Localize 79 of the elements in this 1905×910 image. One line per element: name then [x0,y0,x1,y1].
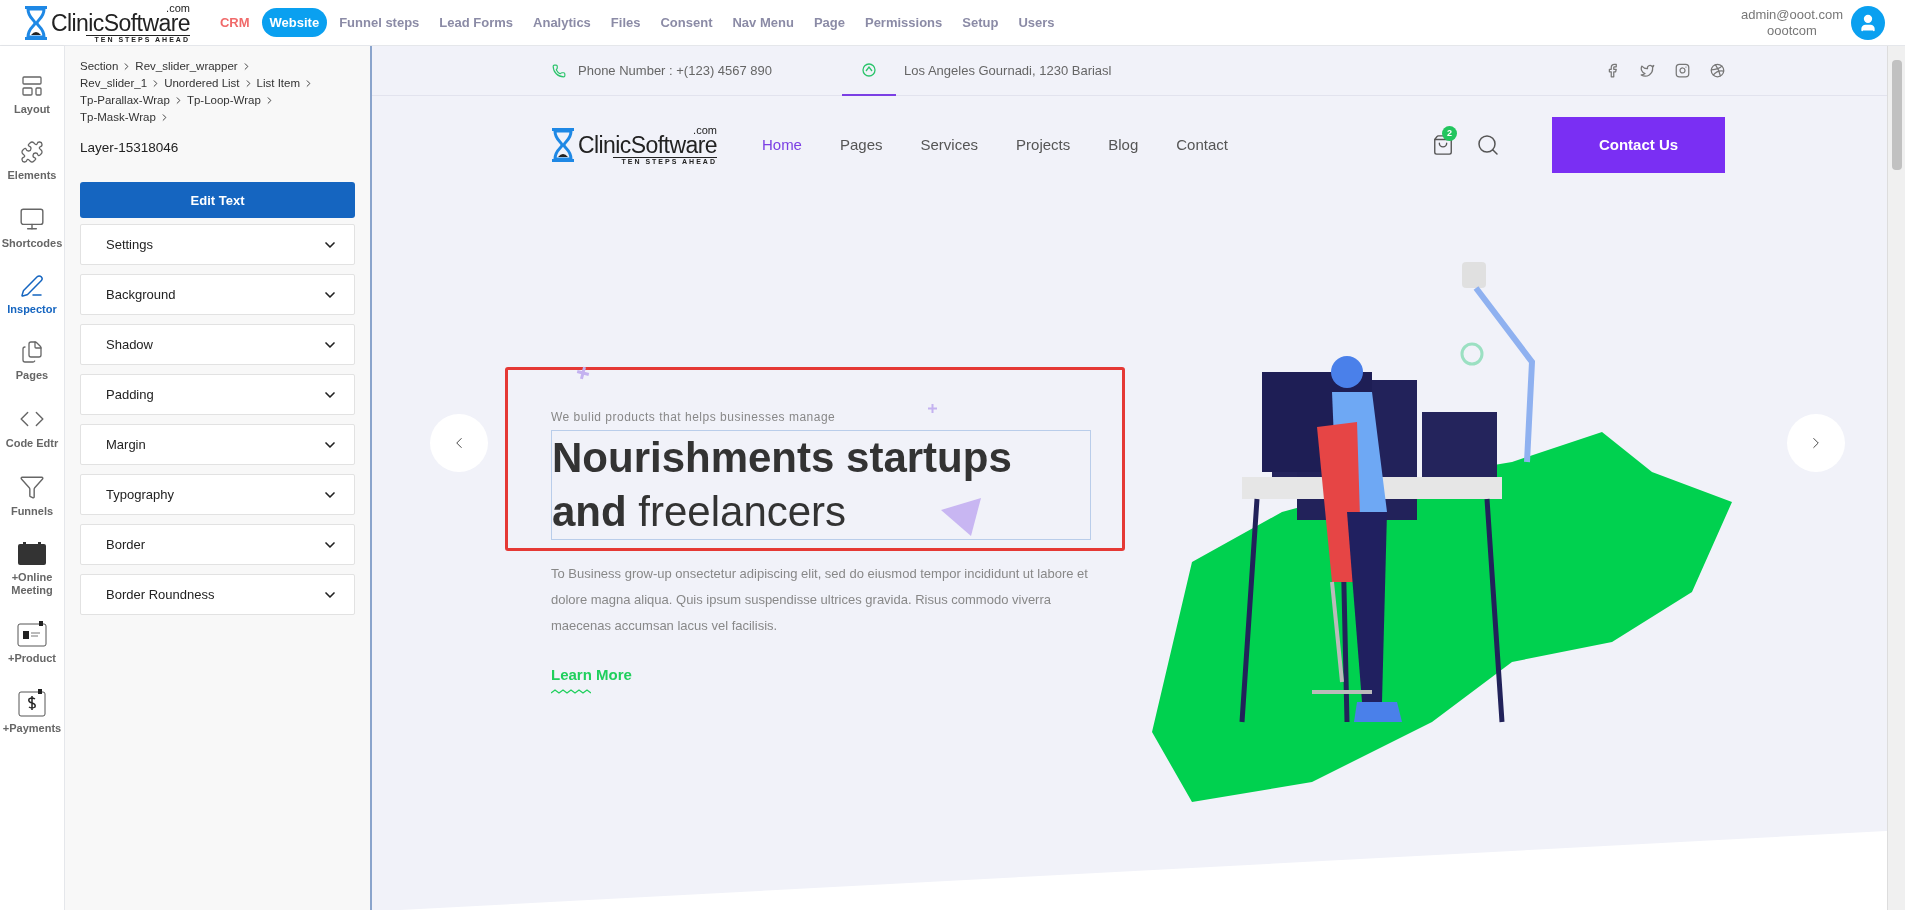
funnel-icon [19,474,45,500]
accordion-section[interactable]: Background [80,274,355,316]
plus-shape-icon [928,404,937,413]
nav-tab[interactable]: Lead Forms [431,7,522,38]
logo-suffix: .com [166,2,190,14]
rail-item[interactable]: Code Edtr [0,406,65,450]
rail-item[interactable]: Layout [0,74,65,116]
accordion-section[interactable]: Border [80,524,355,566]
nav-tab[interactable]: Analytics [525,7,599,38]
site-nav-link[interactable]: Contact [1176,133,1228,157]
layer-name: Layer-15318046 [80,139,180,157]
edit-text-button[interactable]: Edit Text [80,182,355,219]
nav-tab[interactable]: Nav Menu [724,7,802,38]
logo-suffix: .com [693,125,717,136]
triangle-shape-icon [941,498,981,536]
nav-tab[interactable]: Funnel steps [331,7,428,38]
accordion-section[interactable]: Shadow [80,324,355,366]
nav-tab[interactable]: Setup [954,7,1007,38]
breadcrumb-link[interactable]: Tp-Loop-Wrap [186,92,261,109]
nav-tab[interactable]: CRM [211,7,258,38]
site-nav-link[interactable]: Projects [1016,133,1071,157]
meeting-screen-icon [17,542,47,566]
breadcrumb-link[interactable]: Rev_slider_1 [80,75,148,92]
avatar-icon[interactable] [1851,5,1885,40]
site-nav-link[interactable]: Pages [839,133,883,157]
site-nav-link[interactable]: Blog [1108,133,1139,157]
phone-icon [552,63,566,78]
address-text: Los Angeles Gournadi, 1230 Bariasl [904,61,1112,80]
accordion-section[interactable]: Border Roundness [80,574,355,616]
breadcrumb-link[interactable]: Tp-Parallax-Wrap [80,92,170,109]
monitor-icon [19,206,45,232]
site-nav-link[interactable]: Services [920,133,979,157]
payment-dollar-icon [17,689,47,717]
nav-tab[interactable]: Consent [652,7,721,38]
product-card-icon [17,621,47,647]
hero-eyebrow: We bulid products that helps businesses manage [551,409,836,426]
breadcrumb-link[interactable]: Unordered List [164,75,240,92]
hourglass-logo-icon [25,5,47,40]
logo-wordmark: ClinicSoftware [51,11,190,35]
cart-count-badge: 2 [1442,126,1457,141]
hourglass-logo-icon [552,128,574,162]
nav-tab[interactable]: Page [805,7,853,38]
user-name: oootcom [1767,22,1817,39]
twitter-icon[interactable] [1640,63,1655,78]
accordion-section[interactable]: Padding [80,374,355,416]
dribbble-icon[interactable] [1710,63,1725,78]
plus-shape-icon [576,366,590,380]
rail-item[interactable]: Funnels [0,474,65,518]
breadcrumb-link[interactable]: Section [80,58,119,75]
rail-item[interactable]: Elements [0,140,65,182]
accordion-section[interactable]: Margin [80,424,355,466]
breadcrumb-link[interactable]: List Item [256,75,301,92]
rail-item[interactable]: +Product [0,621,65,665]
pen-icon [20,274,44,298]
breadcrumb-link[interactable]: Tp-Mask-Wrap [80,109,156,126]
breadcrumb-link[interactable]: Rev_slider_wrapper [135,58,238,75]
puzzle-icon [20,140,44,164]
rail-item[interactable]: +Payments [0,689,65,735]
contact-us-button[interactable]: Contact Us [1552,117,1725,173]
hero-heading: Nourishments startups and freelancers [551,430,1091,540]
accordion-section[interactable]: Settings [80,224,355,266]
layout-icon [20,74,44,98]
pages-icon [20,340,44,364]
nav-tab[interactable]: Users [1010,7,1063,38]
rail-item[interactable]: +Online Meeting [0,542,65,597]
zigzag-underline-icon [551,688,591,695]
user-email: admin@ooot.com [1740,6,1843,23]
rail-item[interactable]: Shortcodes [0,206,65,250]
nav-tab[interactable]: Files [602,7,649,38]
site-nav-link[interactable]: Home [761,133,802,157]
rail-item[interactable]: Inspector [0,274,65,316]
accordion-section[interactable]: Typography [80,474,355,516]
search-icon[interactable] [1476,133,1500,157]
logo-wordmark: ClinicSoftware [578,134,717,157]
hero-description: To Business grow-up onsectetur adipiscing elit, sed do eiusmod tempor incididunt ut labore et dolore magna aliqua. Quis ipsum suspendisse ultrices gravida. Risus commodo viverra maecenas accumsan lacus vel facilisis. [551,565,1089,635]
nav-tab[interactable]: Permissions [856,7,951,38]
instagram-icon[interactable] [1675,63,1690,78]
phone-number: Phone Number : +(123) 4567 890 [578,61,773,80]
rail-item[interactable]: Pages [0,340,65,382]
